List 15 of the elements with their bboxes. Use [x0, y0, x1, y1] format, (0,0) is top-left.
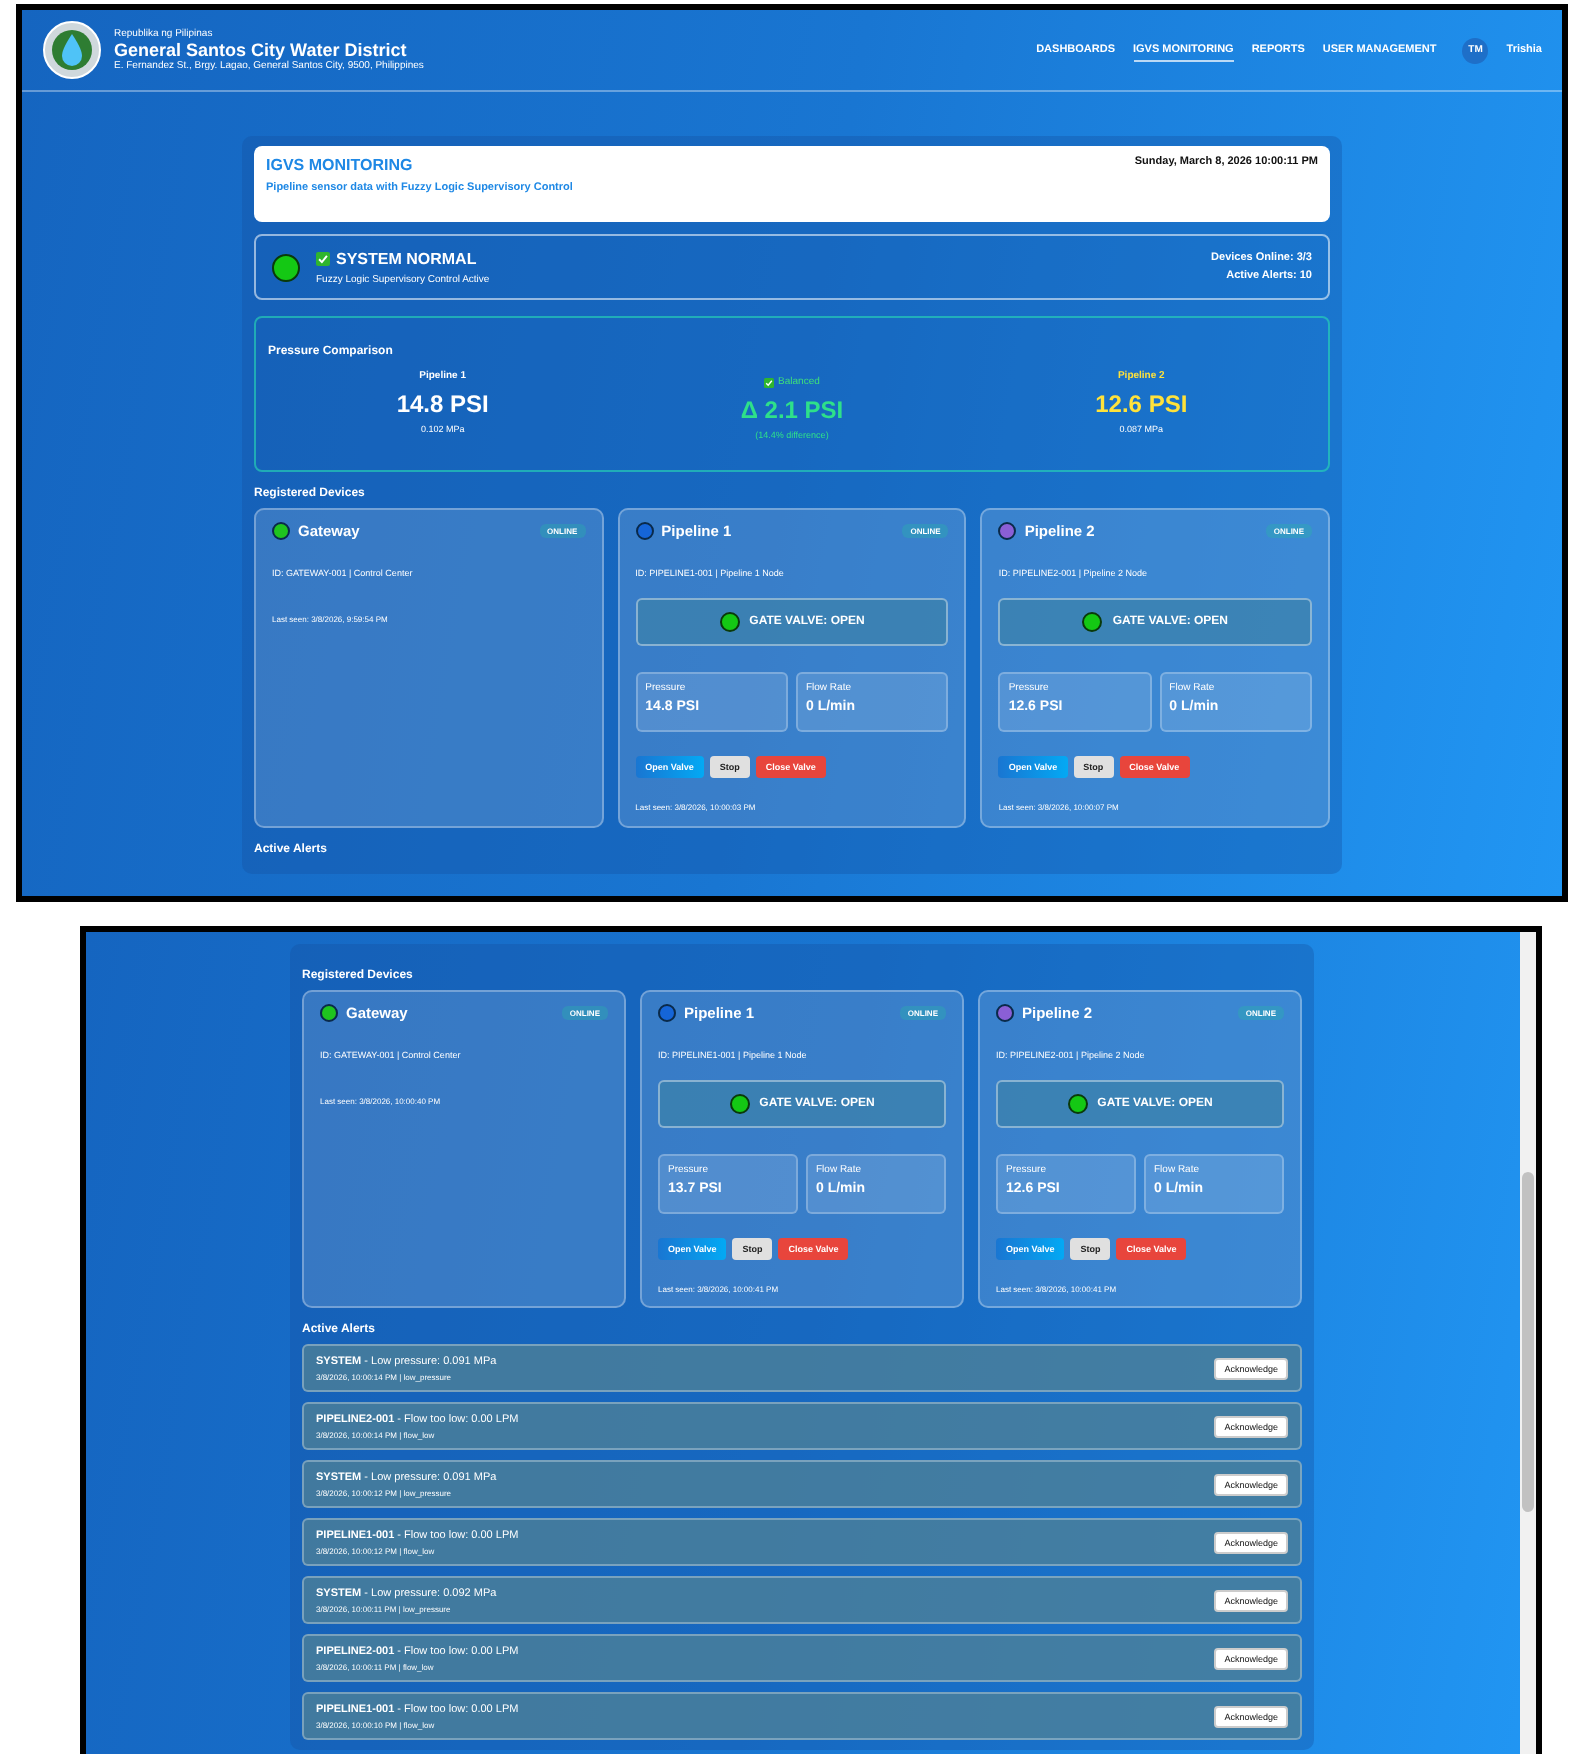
- pressure-value: 14.8 PSI: [394, 390, 491, 418]
- page-title: IGVS MONITORING: [266, 156, 415, 174]
- valve-indicator-icon: [719, 612, 740, 632]
- water-drop-seal-logo: [42, 20, 102, 80]
- status-indicator-icon: [272, 253, 300, 281]
- checkmark-icon: [764, 377, 775, 387]
- scrollbar[interactable]: [1520, 932, 1536, 1754]
- valve-indicator-icon: [1067, 1094, 1088, 1114]
- checkmark-icon: [316, 251, 330, 265]
- valve-indicator-icon: [1082, 612, 1103, 632]
- pressure-value: 12.6 PSI: [1093, 390, 1190, 418]
- system-status-title: SYSTEM NORMAL: [336, 249, 477, 267]
- organization-title: General Santos City Water District: [114, 40, 409, 60]
- valve-indicator-icon: [729, 1094, 750, 1114]
- pressure-delta: Δ 2.1 PSI: [738, 396, 846, 424]
